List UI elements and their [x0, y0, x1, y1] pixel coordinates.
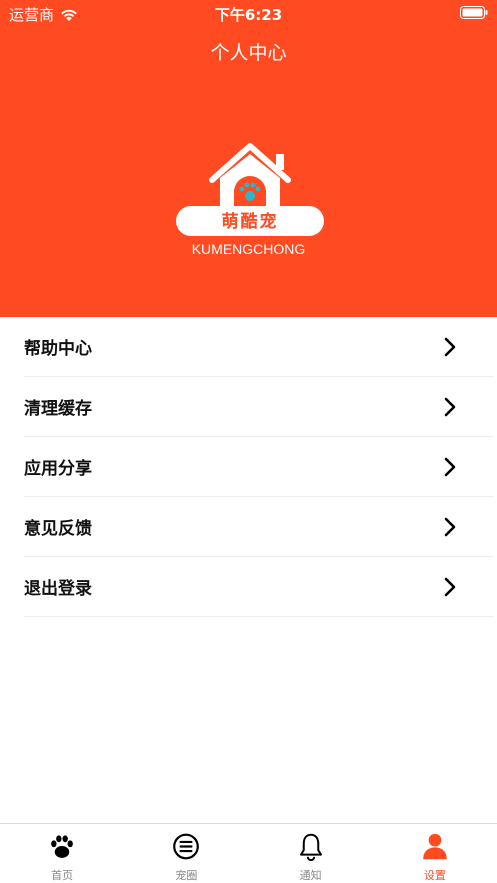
settings-menu: 帮助中心 清理缓存 应用分享 意见反馈 退出登录 — [0, 317, 497, 617]
menu-item-share-app[interactable]: 应用分享 — [24, 437, 493, 497]
tab-settings[interactable]: 设置 — [373, 824, 497, 883]
menu-item-label: 帮助中心 — [24, 339, 92, 359]
clock: 下午6:23 — [214, 6, 283, 24]
bell-icon — [299, 833, 322, 861]
chevron-right-icon — [444, 397, 456, 417]
menu-item-label: 清理缓存 — [24, 399, 92, 419]
tab-home[interactable]: 首页 — [0, 824, 124, 883]
tab-bar: 首页 宠圈 通知 设置 — [0, 823, 497, 883]
status-bar: 运营商 下午6:23 — [0, 0, 497, 26]
screen: 运营商 下午6:23 个人中心 萌酷宠 KUMENGCHONG 帮助中心 清理缓… — [0, 0, 497, 883]
chevron-right-icon — [444, 457, 456, 477]
tab-label: 宠圈 — [175, 869, 198, 882]
tab-pet-circle[interactable]: 宠圈 — [124, 824, 248, 883]
profile-header: 运营商 下午6:23 个人中心 萌酷宠 KUMENGCHONG — [0, 0, 497, 317]
tab-notifications[interactable]: 通知 — [249, 824, 373, 883]
list-circle-icon — [173, 833, 200, 860]
page-title: 个人中心 — [210, 42, 287, 64]
person-icon — [423, 833, 447, 860]
menu-item-feedback[interactable]: 意见反馈 — [24, 497, 493, 557]
menu-item-help-center[interactable]: 帮助中心 — [24, 317, 493, 377]
menu-item-logout[interactable]: 退出登录 — [24, 557, 493, 617]
chevron-right-icon — [444, 577, 456, 597]
tab-label: 设置 — [423, 869, 446, 882]
menu-item-label: 意见反馈 — [24, 519, 92, 539]
tab-label: 首页 — [51, 869, 74, 882]
tab-label: 通知 — [299, 869, 322, 882]
menu-item-clear-cache[interactable]: 清理缓存 — [24, 377, 493, 437]
logo-subtitle: KUMENGCHONG — [191, 241, 306, 257]
chevron-right-icon — [444, 337, 456, 357]
menu-item-label: 应用分享 — [24, 459, 92, 479]
paw-icon — [51, 835, 73, 858]
battery-icon — [460, 6, 488, 19]
chevron-right-icon — [444, 517, 456, 537]
logo-name: 萌酷宠 — [221, 212, 279, 232]
menu-item-label: 退出登录 — [24, 579, 92, 599]
